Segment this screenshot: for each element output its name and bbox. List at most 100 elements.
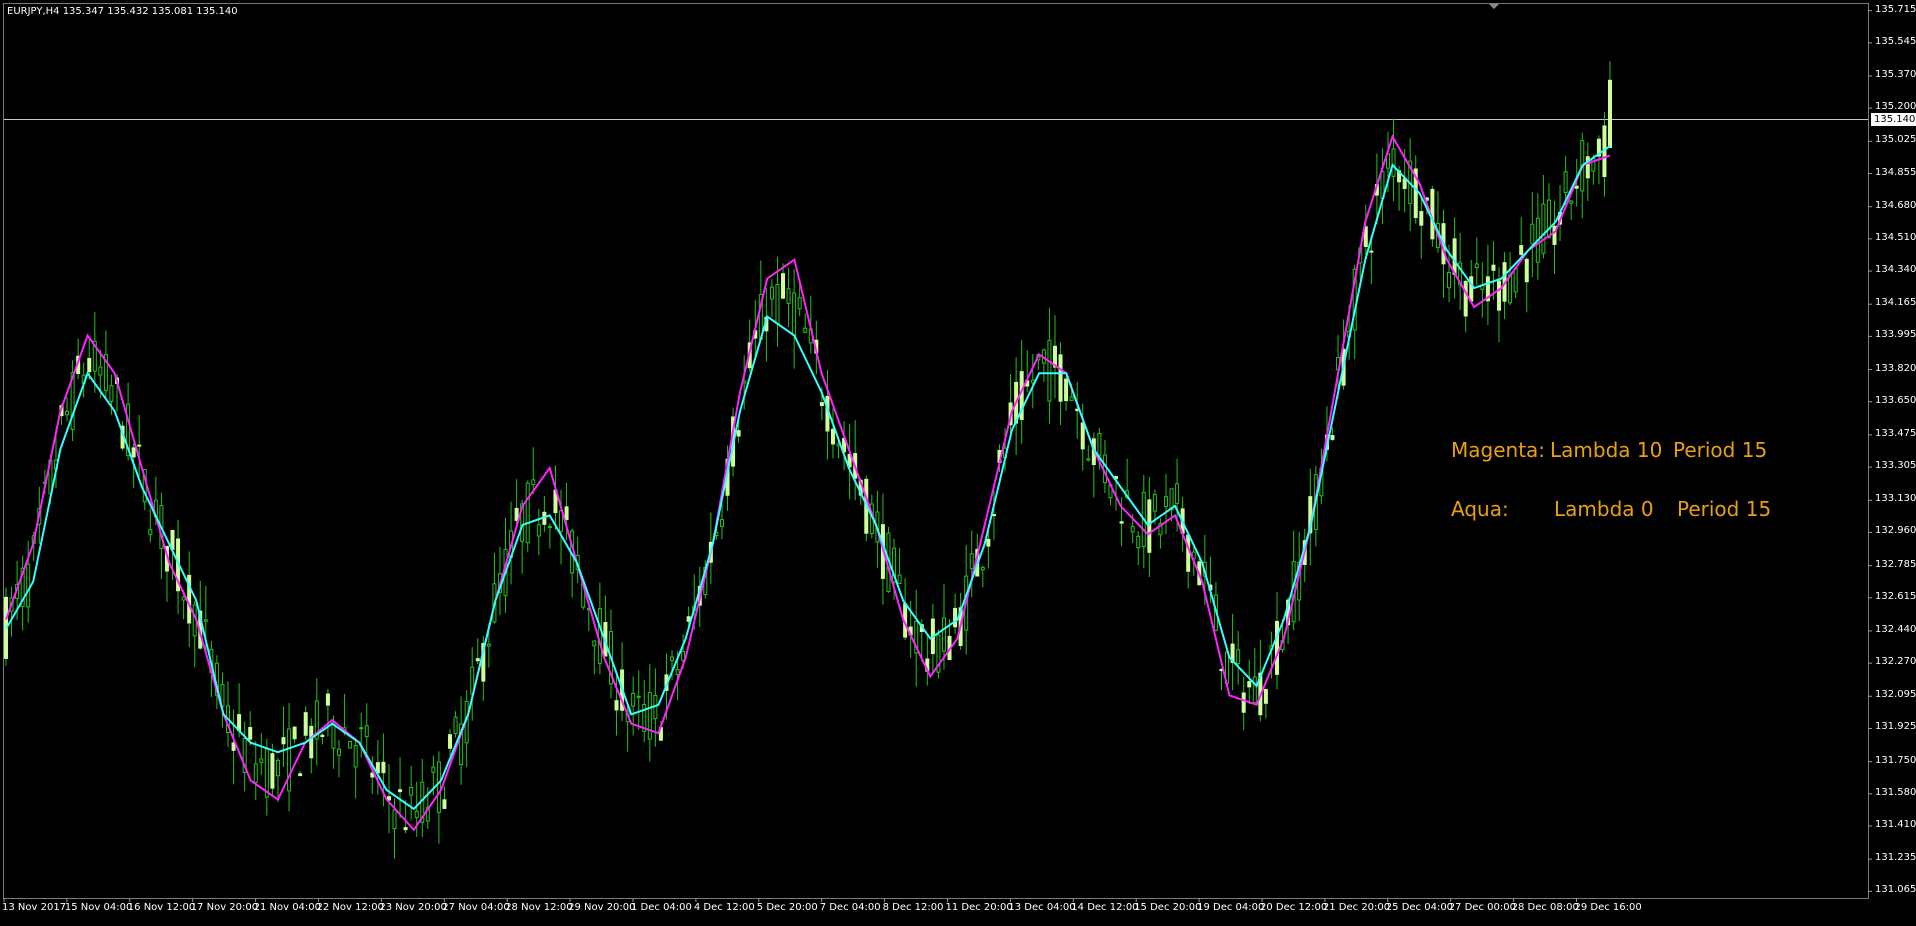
candle-bear xyxy=(337,748,342,756)
candle-bull xyxy=(292,726,297,740)
candle-bull xyxy=(514,507,519,521)
chart-window[interactable]: EURJPY,H4 135.347 135.432 135.081 135.14… xyxy=(0,0,1916,926)
y-tick-label: 135.200 xyxy=(1875,101,1916,113)
x-tick-label: 21 Nov 04:00 xyxy=(253,902,322,913)
candle-bull xyxy=(1080,422,1085,450)
y-tick-label: 133.650 xyxy=(1875,394,1916,406)
candle-bull xyxy=(131,447,136,458)
candle-bull xyxy=(1147,499,1152,553)
candle-bear xyxy=(1530,223,1535,245)
candle-bull xyxy=(1247,681,1252,688)
candle-bear xyxy=(675,669,680,675)
candle-bear xyxy=(364,725,369,738)
candle-bear xyxy=(1563,171,1568,193)
candle-bull xyxy=(1469,276,1474,302)
current-price-tag: 135.140 xyxy=(1871,113,1916,126)
candle-bull xyxy=(953,607,958,628)
y-tick-label: 134.855 xyxy=(1875,166,1916,178)
x-tick-label: 13 Dec 04:00 xyxy=(1008,902,1076,913)
candle-bull xyxy=(1274,620,1279,675)
candle-bear xyxy=(253,763,258,783)
x-tick-label: 8 Dec 12:00 xyxy=(882,902,944,913)
x-tick-label: 20 Dec 12:00 xyxy=(1260,902,1328,913)
candle-bear xyxy=(486,643,491,647)
candle-bull xyxy=(1419,211,1424,226)
candle-bear xyxy=(109,385,114,402)
y-tick-label: 135.545 xyxy=(1875,35,1916,47)
candle-bear xyxy=(287,728,292,792)
y-tick-label: 134.340 xyxy=(1875,264,1916,276)
candle-bear xyxy=(547,525,552,528)
candle-bear xyxy=(353,745,358,768)
legend-magenta: Magenta: Lambda 10 Period 15 xyxy=(1451,438,1767,462)
y-tick-label: 135.370 xyxy=(1875,68,1916,80)
legend-magenta-name: Magenta: xyxy=(1451,438,1546,462)
candle-bull xyxy=(381,761,386,774)
price-chart-svg[interactable] xyxy=(0,0,1916,926)
candle-bull xyxy=(781,273,786,299)
candle-bear xyxy=(769,286,774,300)
candle-bear xyxy=(941,617,946,652)
x-tick-label: 27 Nov 04:00 xyxy=(442,902,510,913)
x-tick-label: 21 Dec 20:00 xyxy=(1322,902,1391,913)
candle-bull xyxy=(309,725,314,759)
x-tick-label: 22 Nov 12:00 xyxy=(316,902,384,913)
x-tick-label: 17 Nov 20:00 xyxy=(190,902,259,913)
x-tick-label: 29 Dec 16:00 xyxy=(1574,902,1642,913)
candle-bull xyxy=(1064,378,1069,402)
candle-bull xyxy=(403,827,408,831)
legend-magenta-period: Period 15 xyxy=(1673,438,1768,462)
y-tick-label: 131.580 xyxy=(1875,786,1916,798)
x-tick-label: 15 Dec 20:00 xyxy=(1134,902,1202,913)
candle-bear xyxy=(98,366,103,376)
candle-bull xyxy=(1263,689,1268,704)
x-tick-label: 27 Dec 00:00 xyxy=(1448,902,1516,913)
candle-bull xyxy=(1519,245,1524,255)
candle-bull xyxy=(564,506,569,521)
candle-bear xyxy=(670,656,675,661)
candle-bull xyxy=(1058,354,1063,402)
candle-bear xyxy=(797,297,802,310)
candle-bear xyxy=(1569,200,1574,204)
x-tick-label: 7 Dec 04:00 xyxy=(819,902,881,913)
y-tick-label: 133.475 xyxy=(1875,427,1916,439)
x-tick-label: 19 Dec 04:00 xyxy=(1197,902,1265,913)
candle-bear xyxy=(1136,535,1141,549)
candle-bull xyxy=(298,773,303,777)
candle-bull xyxy=(1452,238,1457,275)
candle-bear xyxy=(1069,396,1074,402)
candle-bear xyxy=(1047,339,1052,402)
y-tick-label: 132.960 xyxy=(1875,525,1916,537)
candle-bull xyxy=(137,444,142,447)
candle-bull xyxy=(270,753,275,789)
y-tick-label: 131.065 xyxy=(1875,884,1916,896)
candle-bear xyxy=(980,567,985,571)
candle-bear xyxy=(409,786,414,796)
x-tick-label: 15 Nov 04:00 xyxy=(64,902,133,913)
candle-bear xyxy=(348,740,353,749)
candle-bear xyxy=(203,619,208,622)
y-tick-label: 132.615 xyxy=(1875,590,1916,602)
candle-bull xyxy=(442,799,447,809)
x-tick-label: 29 Nov 20:00 xyxy=(568,902,636,913)
candle-bull xyxy=(1402,178,1407,189)
candle-bull xyxy=(830,428,835,445)
legend-aqua-name: Aqua: xyxy=(1451,497,1509,521)
y-tick-label: 133.820 xyxy=(1875,362,1916,374)
y-tick-label: 134.510 xyxy=(1875,231,1916,243)
magenta-indicator-line xyxy=(5,134,1611,832)
candle-bull xyxy=(475,658,480,662)
candle-bear xyxy=(592,640,597,647)
candle-bull xyxy=(1491,264,1496,271)
y-tick-label: 131.750 xyxy=(1875,754,1916,766)
candle-bull xyxy=(320,734,325,737)
candle-bull xyxy=(1496,280,1501,311)
candle-bull xyxy=(1369,250,1374,253)
candle-bear xyxy=(969,553,974,569)
candle-bear xyxy=(1236,649,1241,665)
candle-bear xyxy=(259,758,264,764)
candle-bull xyxy=(1241,692,1246,713)
x-tick-label: 1 Dec 04:00 xyxy=(631,902,692,913)
candle-bear xyxy=(1391,148,1396,177)
candle-bull xyxy=(231,742,236,751)
